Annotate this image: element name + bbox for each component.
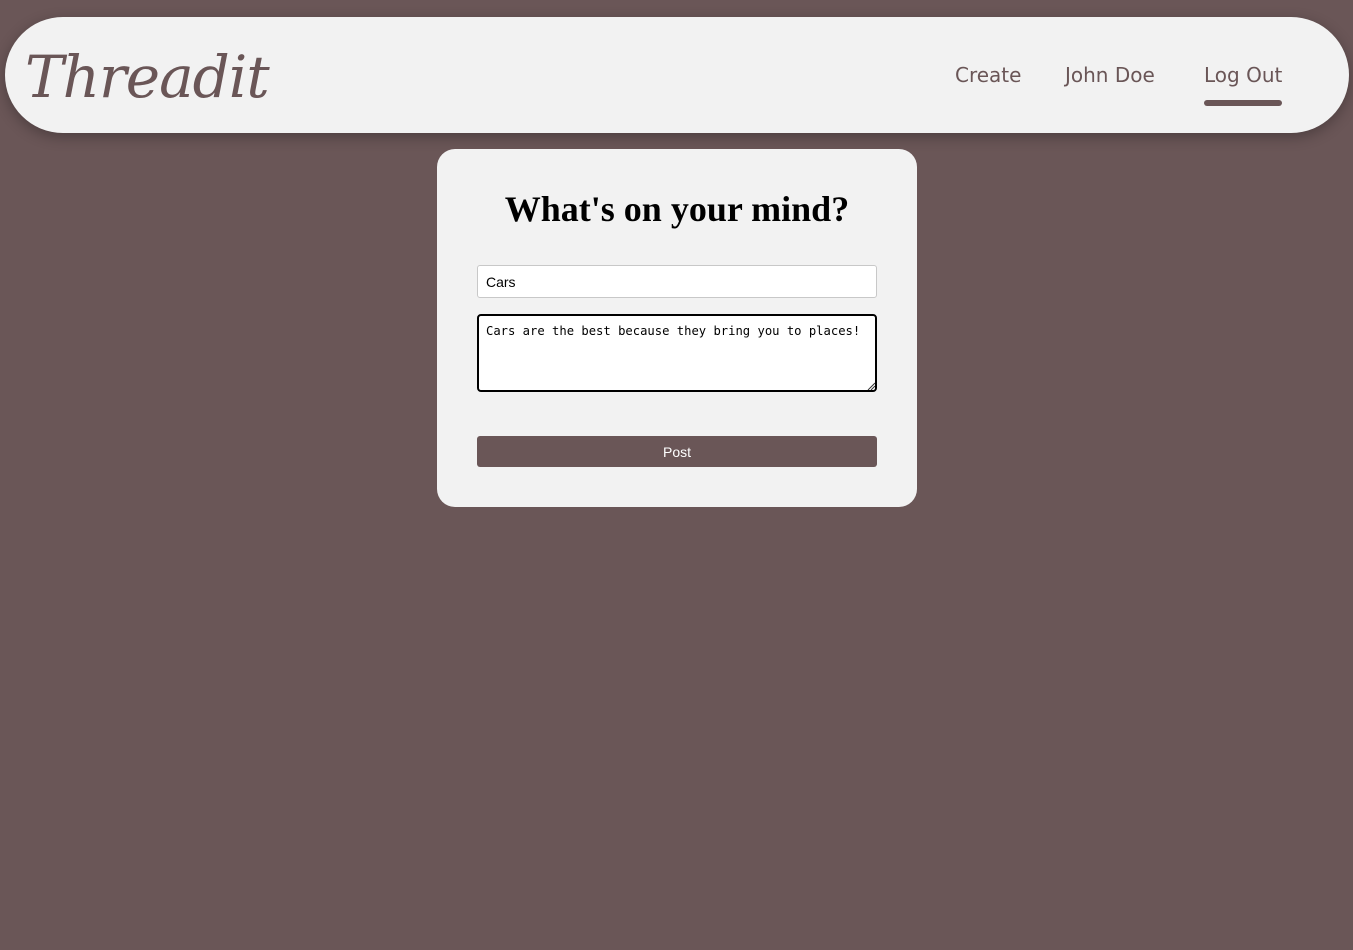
create-post-heading: What's on your mind?	[504, 189, 850, 229]
nav-links: Create John Doe Log Out	[5, 61, 1349, 106]
create-post-card: What's on your mind? Cars are the best b…	[437, 149, 917, 507]
post-body-textarea[interactable]: Cars are the best because they bring you…	[477, 314, 877, 392]
resize-grip-icon[interactable]	[867, 382, 875, 390]
nav-link-create[interactable]: Create	[955, 61, 1021, 89]
post-title-input[interactable]	[477, 265, 877, 298]
top-navbar: Threadit Create John Doe Log Out	[5, 17, 1349, 133]
post-button[interactable]: Post	[477, 436, 877, 467]
nav-link-logout[interactable]: Log Out	[1204, 61, 1283, 106]
nav-link-profile[interactable]: John Doe	[1065, 61, 1155, 89]
